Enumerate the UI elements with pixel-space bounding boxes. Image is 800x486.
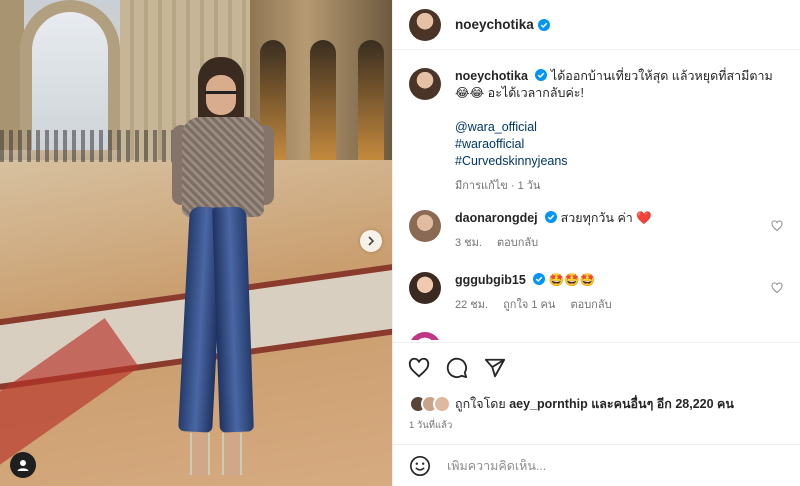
comment-item: gggubgib15 🤩🤩🤩 22 ชม. ถูกใจ 1 คน ตอบกลับ [409, 272, 755, 314]
liker-avatar[interactable] [433, 395, 451, 413]
hashtag-link[interactable]: #Curvedskinnyjeans [455, 153, 795, 170]
like-button[interactable] [407, 356, 431, 380]
commenter-avatar[interactable] [409, 332, 441, 340]
shop-window [310, 40, 336, 160]
hashtag-link[interactable]: #waraofficial [455, 136, 795, 153]
author-username[interactable]: noeychotika [455, 17, 534, 32]
next-photo-button[interactable] [360, 230, 382, 252]
caption-username[interactable]: noeychotika [455, 69, 528, 83]
emoji-icon[interactable] [409, 455, 431, 477]
woman-figure [170, 55, 280, 485]
likes-prefix: ถูกใจโดย [455, 397, 506, 411]
liker-username[interactable]: aey_pornthip [509, 397, 588, 411]
heart-icon [408, 357, 430, 377]
comment-time: 22 ชม. [455, 299, 489, 311]
caption-text: ได้ออกบ้านเที่ยวให้สุด แล้วหยุดที่สามีตา… [550, 69, 773, 83]
caption-text-line2: 😂😂 อะได้เวลากลับค่ะ! [455, 86, 584, 100]
share-button[interactable] [483, 356, 507, 380]
verified-icon [533, 273, 546, 285]
commenter-avatar[interactable] [409, 210, 441, 242]
arch [20, 0, 120, 150]
commenter-avatar[interactable] [409, 272, 441, 304]
comment-text: สวยทุกวัน ค่า [560, 211, 633, 225]
likes-summary: ถูกใจโดย aey_pornthip และคนอื่นๆ อีก 28,… [409, 394, 734, 414]
tag-user-icon [17, 460, 29, 471]
post-side-panel: noeychotika noeychotika ได้ออกบ้านเที่ยว… [392, 0, 800, 486]
caption: noeychotika ได้ออกบ้านเที่ยวให้สุด แล้วห… [409, 68, 795, 195]
commenter-username[interactable]: gggubgib15 [455, 273, 526, 287]
comment-button[interactable] [445, 356, 469, 380]
comment-time: 3 ชม. [455, 237, 482, 249]
likes-count[interactable]: และคนอื่นๆ อีก 28,220 คน [591, 397, 734, 411]
reply-button[interactable]: ตอบกลับ [570, 299, 611, 311]
add-comment-bar [393, 444, 800, 486]
commenter-username[interactable]: daonarongdej [455, 211, 538, 225]
author-avatar[interactable] [409, 8, 441, 41]
tagged-users-button[interactable] [10, 452, 36, 478]
verified-icon [535, 69, 548, 81]
reply-button[interactable]: ตอบกลับ [497, 237, 538, 249]
comment-emoji: ❤️ [636, 211, 652, 225]
next-icon [368, 236, 375, 246]
comments-feed: noeychotika ได้ออกบ้านเที่ยวให้สุด แล้วห… [393, 50, 800, 340]
comment-likes[interactable]: ถูกใจ 1 คน [503, 299, 555, 311]
verified-icon [545, 211, 558, 223]
author-avatar[interactable] [409, 68, 441, 100]
shop-window [358, 40, 384, 160]
comment-item: daonarongdej สวยทุกวัน ค่า ❤️ 3 ชม. ตอบก… [409, 210, 755, 252]
heart-icon[interactable] [771, 220, 783, 232]
comment-input[interactable] [447, 458, 777, 473]
mention-link[interactable]: @wara_official [455, 119, 795, 136]
comment-item-partial [409, 332, 455, 340]
post-header: noeychotika [393, 0, 800, 50]
post-time: 1 วันที่แล้ว [409, 420, 453, 431]
heart-icon[interactable] [771, 282, 783, 294]
post-actions [393, 342, 800, 392]
edited-label: มีการแก้ไข · 1 วัน [455, 180, 541, 192]
share-icon [484, 358, 506, 377]
verified-icon [537, 18, 550, 31]
comment-icon [446, 357, 468, 378]
comment-text: 🤩🤩🤩 [548, 273, 596, 287]
post-photo[interactable] [0, 0, 392, 486]
